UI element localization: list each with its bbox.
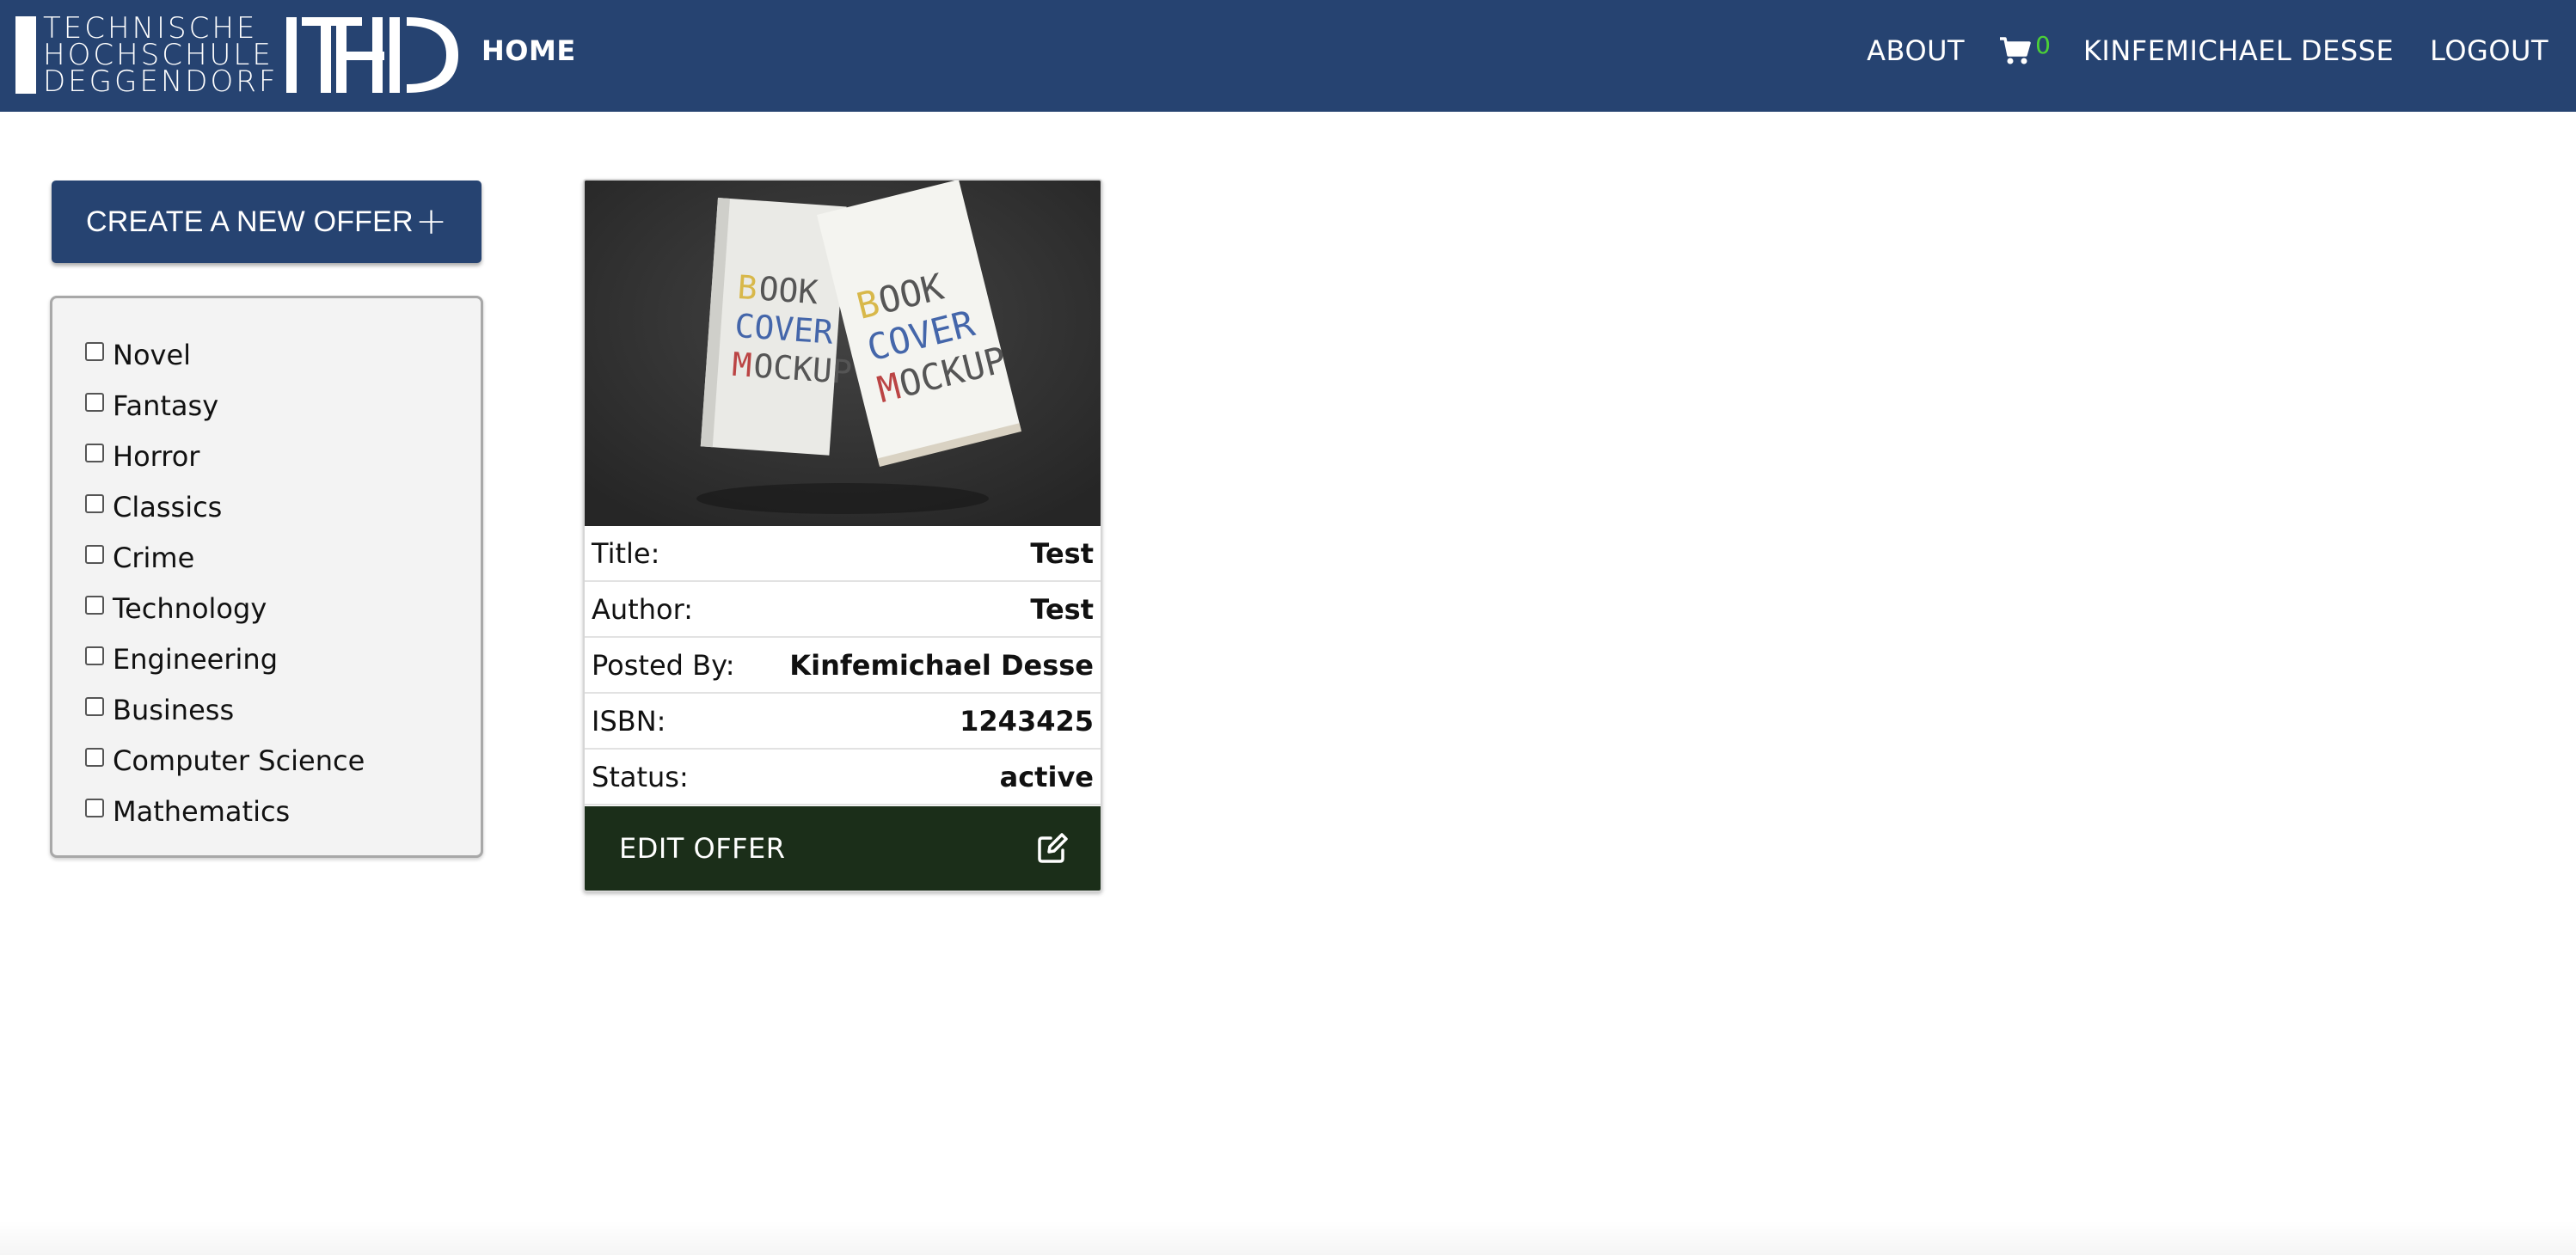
detail-label: Posted By: [592, 648, 735, 682]
svg-text:OOK: OOK [757, 270, 819, 312]
nav-user-link[interactable]: KINFEMICHAEL DESSE [2083, 34, 2394, 67]
cart-button[interactable]: 0 [1999, 31, 2051, 65]
svg-text:COVER: COVER [733, 307, 834, 352]
filter-label: Classics [113, 490, 223, 523]
detail-label: Title: [592, 536, 660, 570]
edit-offer-button[interactable]: EDIT OFFER [585, 806, 1101, 891]
filter-item-business[interactable]: Business [85, 684, 481, 735]
edit-offer-label: EDIT OFFER [619, 832, 786, 865]
checkbox[interactable] [85, 493, 104, 513]
create-offer-label: CREATE A NEW OFFER [86, 205, 414, 238]
offer-card: B OOK COVER M OCKUP B OOK COVER M OCKUP … [583, 179, 1102, 892]
filter-item-classics[interactable]: Classics [85, 481, 481, 532]
book-cover-image: B OOK COVER M OCKUP B OOK COVER M OCKUP [585, 181, 1101, 526]
top-navbar: TECHNISCHE HOCHSCHULE DEGGENDORF HOME AB… [0, 0, 2576, 112]
detail-label: Author: [592, 592, 693, 626]
detail-row-posted-by: Posted By: Kinfemichael Desse [585, 638, 1101, 694]
detail-value: Kinfemichael Desse [789, 648, 1094, 682]
checkbox[interactable] [85, 544, 104, 564]
filter-item-engineering[interactable]: Engineering [85, 634, 481, 684]
logo-line: DEGGENDORF [43, 64, 279, 99]
checkbox[interactable] [85, 443, 104, 462]
nav-logout-link[interactable]: LOGOUT [2430, 34, 2548, 67]
filter-item-horror[interactable]: Horror [85, 431, 481, 481]
plus-icon: + [415, 199, 447, 243]
detail-row-isbn: ISBN: 1243425 [585, 694, 1101, 750]
checkbox[interactable] [85, 696, 104, 716]
filter-label: Business [113, 693, 235, 726]
filter-item-mathematics[interactable]: Mathematics [85, 786, 481, 836]
detail-value: 1243425 [960, 704, 1094, 738]
checkbox[interactable] [85, 341, 104, 361]
checkbox[interactable] [85, 747, 104, 767]
nav-about-link[interactable]: ABOUT [1867, 34, 1965, 67]
detail-row-title: Title: Test [585, 526, 1101, 582]
checkbox[interactable] [85, 595, 104, 615]
thd-logo[interactable]: TECHNISCHE HOCHSCHULE DEGGENDORF [15, 10, 467, 100]
thd-logo-mark [286, 17, 459, 93]
filter-label: Fantasy [113, 389, 219, 422]
checkbox[interactable] [85, 798, 104, 817]
filter-item-crime[interactable]: Crime [85, 532, 481, 583]
filter-label: Computer Science [113, 744, 365, 777]
filter-label: Mathematics [113, 794, 291, 828]
detail-value: Test [1030, 592, 1094, 626]
svg-text:OCKUP: OCKUP [752, 346, 853, 391]
checkbox[interactable] [85, 646, 104, 665]
logo-text: TECHNISCHE HOCHSCHULE DEGGENDORF [43, 14, 279, 99]
checkbox[interactable] [85, 392, 104, 412]
edit-icon [1038, 833, 1068, 863]
detail-label: Status: [592, 760, 689, 793]
footer-shadow [0, 1221, 2576, 1255]
svg-text:B: B [736, 268, 758, 307]
book-mockup-illustration: B OOK COVER M OCKUP B OOK COVER M OCKUP [585, 181, 1101, 526]
filter-label: Engineering [113, 642, 278, 676]
detail-label: ISBN: [592, 704, 666, 738]
create-offer-button[interactable]: CREATE A NEW OFFER + [52, 181, 481, 263]
logo-bar [15, 16, 36, 94]
offer-details: Title: Test Author: Test Posted By: Kinf… [585, 526, 1101, 805]
shopping-cart-icon [2000, 37, 2031, 64]
nav-home-link[interactable]: HOME [481, 34, 576, 67]
filter-item-fantasy[interactable]: Fantasy [85, 380, 481, 431]
detail-value: active [999, 760, 1094, 793]
detail-row-author: Author: Test [585, 582, 1101, 638]
category-filter-panel: Novel Fantasy Horror Classics Crime Tech… [50, 296, 483, 858]
filter-item-novel[interactable]: Novel [85, 329, 481, 380]
detail-row-status: Status: active [585, 750, 1101, 805]
svg-text:M: M [731, 346, 753, 384]
nav-right-group: ABOUT 0 KINFEMICHAEL DESSE LOGOUT [1867, 31, 2548, 67]
filter-label: Crime [113, 541, 195, 574]
filter-label: Horror [113, 439, 200, 473]
filter-label: Technology [113, 591, 267, 625]
filter-item-technology[interactable]: Technology [85, 583, 481, 634]
filter-item-computer-science[interactable]: Computer Science [85, 735, 481, 786]
cart-count-badge: 0 [2035, 31, 2051, 59]
filter-label: Novel [113, 338, 192, 371]
detail-value: Test [1030, 536, 1094, 570]
